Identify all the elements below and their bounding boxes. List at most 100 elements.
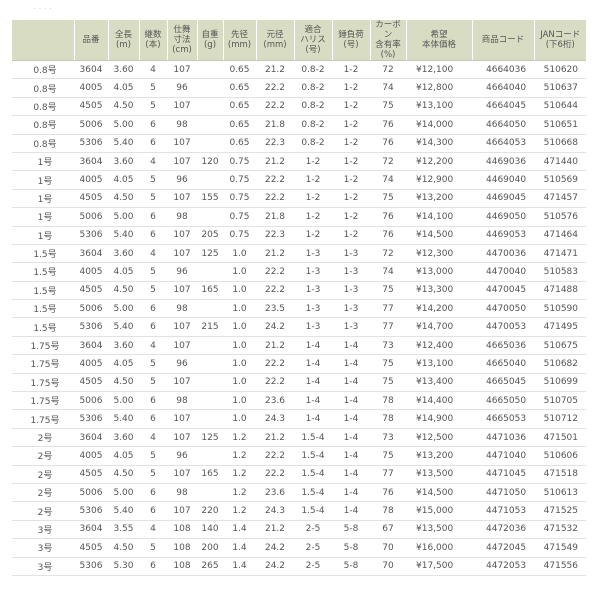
- cell-size: 0.8号: [12, 97, 74, 117]
- column-header-closed: 仕舞 寸法 (cm): [167, 20, 198, 61]
- cell-butt: 23.6: [256, 483, 294, 503]
- cell-sections: 6: [139, 134, 167, 153]
- cell-jan: 471556: [534, 557, 586, 576]
- cell-item: 4505: [74, 281, 108, 301]
- cell-butt: 22.2: [256, 262, 294, 282]
- cell-price: ¥14,700: [406, 317, 472, 337]
- cell-code: 4471053: [472, 501, 534, 521]
- cell-harris: 1-3: [294, 262, 332, 282]
- cell-sections: 5: [139, 373, 167, 393]
- cell-weight: 220: [197, 501, 223, 521]
- cell-code: 4469050: [472, 207, 534, 227]
- cell-sections: 5: [139, 446, 167, 466]
- cell-closed: 96: [167, 354, 197, 374]
- cell-jan: 510651: [534, 115, 586, 135]
- table-row: 0.8号 5306 5.40 6 107 0.65 22.3 0.8-2 1-2 76 ¥14,30…: [12, 134, 586, 153]
- cell-code: 4664050: [472, 115, 534, 135]
- cell-harris: 1.5-4: [294, 501, 332, 521]
- cell-tip: 0.65: [223, 115, 256, 135]
- table-row: 2号 5006 5.00 6 98 1.2 23.6 1.5-4 1-4 76 ¥14,500 447…: [12, 483, 586, 503]
- cell-butt: 22.2: [256, 354, 294, 374]
- cell-size: 0.8号: [12, 115, 74, 135]
- column-header-sections: 継数 (本): [139, 20, 168, 61]
- table-row: 0.8号 4005 4.05 5 96 0.65 22.2 0.8-2 1-2 74 ¥12,800…: [12, 78, 586, 98]
- cell-price: ¥14,100: [406, 207, 472, 227]
- cell-item: 4505: [74, 97, 108, 117]
- cell-code: 4470050: [472, 299, 534, 319]
- cell-length: 5.00: [108, 299, 139, 319]
- cell-weight: [197, 170, 223, 190]
- cell-closed: 98: [167, 483, 197, 503]
- cell-jan: 510682: [534, 354, 586, 374]
- cell-harris: 1-2: [294, 152, 332, 172]
- cell-sections: 6: [139, 501, 167, 521]
- cell-weight: 165: [197, 465, 223, 484]
- cell-price: ¥14,900: [406, 409, 472, 429]
- cell-jan: 510712: [534, 409, 586, 429]
- cell-harris: 0.8-2: [294, 97, 332, 117]
- cell-butt: 21.8: [256, 207, 294, 227]
- cell-tip: 1.4: [223, 538, 256, 558]
- column-header-butt: 元径 (mm): [256, 20, 295, 61]
- cell-butt: 21.2: [256, 520, 294, 540]
- cell-harris: 1-4: [294, 373, 332, 393]
- cell-harris: 1-3: [294, 317, 332, 337]
- cell-butt: 21.2: [256, 60, 294, 80]
- cell-tip: 0.65: [223, 78, 256, 98]
- cell-code: 4665040: [472, 354, 534, 374]
- cell-carbon: 73: [370, 336, 406, 356]
- cell-sinker: 5-8: [332, 538, 370, 558]
- cell-harris: 1-4: [294, 354, 332, 374]
- cell-weight: 120: [197, 152, 223, 172]
- table-row: 1号 3604 3.60 4 107 120 0.75 21.2 1-2 1-2 72 ¥12,200…: [12, 152, 586, 172]
- cell-length: 5.40: [108, 409, 139, 429]
- cell-sinker: 1-2: [332, 60, 370, 80]
- cell-weight: [197, 97, 223, 117]
- cell-closed: 107: [167, 60, 197, 80]
- cell-tip: 1.0: [223, 262, 256, 282]
- cell-code: 4471036: [472, 428, 534, 448]
- cell-size: 2号: [12, 483, 74, 503]
- cell-jan: 471501: [534, 428, 586, 448]
- cell-tip: 0.75: [223, 189, 256, 209]
- cell-closed: 96: [167, 446, 197, 466]
- cell-length: 3.60: [108, 244, 139, 264]
- cell-length: 3.60: [108, 152, 139, 172]
- cell-sections: 5: [139, 170, 167, 190]
- cell-butt: 23.5: [256, 299, 294, 319]
- cell-weight: [197, 207, 223, 227]
- cell-tip: 1.4: [223, 520, 256, 540]
- cell-harris: 1-3: [294, 299, 332, 319]
- cell-harris: 1-2: [294, 207, 332, 227]
- cell-weight: 125: [197, 428, 223, 448]
- cell-sections: 6: [139, 391, 167, 411]
- table-row: 3号 3604 3.55 4 108 140 1.4 21.2 2-5 5-8 67 ¥13,500 4…: [12, 520, 586, 540]
- cell-size: 1.75号: [12, 373, 74, 393]
- cell-size: 3号: [12, 520, 74, 540]
- cell-code: 4469040: [472, 170, 534, 190]
- cell-closed: 98: [167, 299, 197, 319]
- cell-jan: 510569: [534, 170, 586, 190]
- cell-item: 5306: [74, 134, 108, 153]
- cell-sections: 4: [139, 152, 167, 172]
- column-header-tip: 先径 (mm): [223, 20, 257, 61]
- cell-tip: 0.65: [223, 134, 256, 153]
- cell-tip: 1.0: [223, 336, 256, 356]
- cell-harris: 2-5: [294, 520, 332, 540]
- cell-code: 4470040: [472, 262, 534, 282]
- table-row: 2号 4005 4.05 5 96 1.2 22.2 1.5-4 1-4 75 ¥13,200 447…: [12, 446, 586, 466]
- cell-length: 5.00: [108, 207, 139, 227]
- cell-price: ¥12,800: [406, 78, 472, 98]
- table-row: 1号 4505 4.50 5 107 155 0.75 22.2 1-2 1-2 75 ¥13,200…: [12, 189, 586, 209]
- cell-sections: 5: [139, 189, 167, 209]
- cell-sinker: 1-4: [332, 373, 370, 393]
- cell-length: 4.05: [108, 170, 139, 190]
- cell-price: ¥13,000: [406, 262, 472, 282]
- cell-carbon: 76: [370, 207, 406, 227]
- cell-size: 1.5号: [12, 244, 74, 264]
- cell-harris: 1.5-4: [294, 483, 332, 503]
- table-row: 0.8号 5006 5.00 6 98 0.65 21.8 0.8-2 1-2 76 ¥14,000…: [12, 115, 586, 135]
- cell-weight: [197, 336, 223, 356]
- cell-jan: 510637: [534, 78, 586, 98]
- cell-price: ¥13,500: [406, 465, 472, 484]
